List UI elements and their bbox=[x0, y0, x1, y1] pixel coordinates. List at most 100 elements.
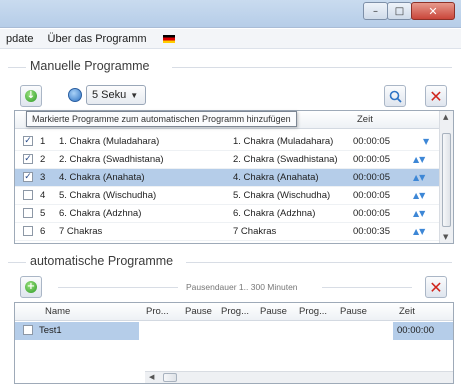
row-checkbox[interactable] bbox=[23, 208, 33, 218]
pause-duration-label: Pausendauer 1.. 300 Minuten bbox=[186, 282, 298, 292]
row-time: 00:00:05 bbox=[353, 136, 390, 147]
delete-x-icon: ✕ bbox=[429, 277, 443, 297]
delete-manual-button[interactable]: ✕ bbox=[425, 85, 447, 107]
row-checkbox[interactable]: ✓ bbox=[23, 136, 33, 146]
title-bar: – □ ✕ bbox=[0, 0, 461, 28]
row-time: 00:00:05 bbox=[353, 154, 390, 165]
tooltip: Markierte Programme zum automatischen Pr… bbox=[26, 111, 297, 127]
up-down-arrows-icon[interactable]: ▲▼ bbox=[413, 173, 425, 182]
vertical-scrollbar[interactable]: ▲ ▼ bbox=[439, 111, 453, 243]
scrollbar-thumb[interactable] bbox=[442, 133, 451, 227]
row-name: 5. Chakra (Wischudha) bbox=[59, 190, 157, 201]
row-time: 00:00:05 bbox=[353, 190, 390, 201]
clock-icon bbox=[68, 88, 82, 102]
plus-icon: + bbox=[25, 281, 37, 293]
german-flag-icon[interactable] bbox=[162, 34, 175, 43]
close-icon: ✕ bbox=[428, 4, 438, 18]
maximize-icon: □ bbox=[394, 5, 405, 17]
table-row[interactable]: Test1 00:00:00 bbox=[15, 322, 453, 340]
up-down-arrows-icon[interactable]: ▲▼ bbox=[413, 209, 425, 218]
row-time: 00:00:35 bbox=[353, 226, 390, 237]
row-checkbox[interactable] bbox=[23, 325, 33, 335]
row-name: 2. Chakra (Swadhistana) bbox=[59, 154, 164, 165]
interval-dropdown[interactable]: 5 Seku ▼ bbox=[86, 85, 146, 105]
scroll-left-icon[interactable]: ◀ bbox=[149, 373, 154, 381]
up-down-arrows-icon[interactable]: ▲▼ bbox=[413, 191, 425, 200]
auto-programs-table: Name Pro... Pause Prog... Pause Prog... … bbox=[14, 302, 454, 384]
row-number: 4 bbox=[40, 190, 46, 201]
row-chakra: 5. Chakra (Wischudha) bbox=[233, 190, 331, 201]
row-name: 6. Chakra (Adzhna) bbox=[59, 208, 142, 219]
maximize-button[interactable]: □ bbox=[387, 2, 412, 20]
column-header-pause: Pause bbox=[260, 306, 287, 317]
column-header-program: Prog... bbox=[299, 306, 327, 317]
table-row[interactable]: 5 6. Chakra (Adzhna) 6. Chakra (Adzhna) … bbox=[15, 205, 439, 223]
column-header-program: Prog... bbox=[221, 306, 249, 317]
minimize-button[interactable]: – bbox=[363, 2, 388, 20]
close-window-button[interactable]: ✕ bbox=[411, 2, 455, 20]
section-divider bbox=[8, 67, 26, 68]
interval-value: 5 Seku bbox=[92, 89, 127, 101]
pause-line-left bbox=[58, 287, 178, 288]
delete-x-icon: ✕ bbox=[429, 86, 443, 106]
row-time: 00:00:05 bbox=[353, 208, 390, 219]
add-to-auto-button[interactable]: ↓ bbox=[20, 85, 42, 107]
row-name: 4. Chakra (Anahata) bbox=[59, 172, 145, 183]
section-divider bbox=[186, 262, 452, 263]
manual-programs-table: Zeit ✓ 1 1. Chakra (Muladahara) 1. Chakr… bbox=[14, 110, 454, 244]
up-down-arrows-icon[interactable]: ▲▼ bbox=[413, 155, 425, 164]
up-down-arrows-icon[interactable]: ▲▼ bbox=[413, 227, 425, 236]
delete-auto-button[interactable]: ✕ bbox=[425, 276, 447, 298]
add-auto-button[interactable]: + bbox=[20, 276, 42, 298]
menu-update[interactable]: pdate bbox=[0, 33, 44, 45]
row-number: 1 bbox=[40, 136, 46, 147]
horizontal-scrollbar[interactable]: ◀ bbox=[145, 371, 453, 383]
row-chakra: 1. Chakra (Muladahara) bbox=[233, 136, 334, 147]
section-divider bbox=[8, 262, 26, 263]
column-header-program: Pro... bbox=[146, 306, 169, 317]
green-arrow-down-icon: ↓ bbox=[25, 90, 37, 102]
row-checkbox[interactable] bbox=[23, 226, 33, 236]
pause-line-right bbox=[322, 287, 412, 288]
table-header: Name Pro... Pause Prog... Pause Prog... … bbox=[15, 303, 453, 321]
row-chakra: 2. Chakra (Swadhistana) bbox=[233, 154, 338, 165]
row-number: 5 bbox=[40, 208, 46, 219]
minimize-icon: – bbox=[373, 5, 378, 17]
search-button[interactable] bbox=[384, 85, 406, 107]
row-number: 3 bbox=[40, 172, 46, 183]
row-time: 00:00:05 bbox=[353, 172, 390, 183]
column-header-zeit: Zeit bbox=[399, 306, 415, 317]
row-checkbox[interactable]: ✓ bbox=[23, 172, 33, 182]
column-header-name: Name bbox=[45, 306, 71, 317]
search-icon bbox=[389, 90, 402, 103]
menu-about[interactable]: Über das Programm bbox=[44, 33, 157, 45]
row-chakra: 4. Chakra (Anahata) bbox=[233, 172, 319, 183]
row-checkbox[interactable]: ✓ bbox=[23, 154, 33, 164]
row-number: 2 bbox=[40, 154, 46, 165]
table-row[interactable]: 6 7 Chakras 7 Chakras 00:00:35 ▲▼ bbox=[15, 223, 439, 241]
row-name: 1. Chakra (Muladahara) bbox=[59, 136, 160, 147]
column-header-pause: Pause bbox=[185, 306, 212, 317]
chevron-down-icon: ▼ bbox=[130, 90, 139, 100]
down-arrow-icon[interactable]: ▼ bbox=[423, 137, 429, 146]
auto-section-title: automatische Programme bbox=[26, 254, 178, 268]
row-chakra: 7 Chakras bbox=[233, 226, 277, 237]
section-divider bbox=[172, 67, 452, 68]
row-checkbox[interactable] bbox=[23, 190, 33, 200]
row-number: 6 bbox=[40, 226, 46, 237]
column-header-pause: Pause bbox=[340, 306, 367, 317]
table-row[interactable]: 4 5. Chakra (Wischudha) 5. Chakra (Wisch… bbox=[15, 187, 439, 205]
scroll-up-icon[interactable]: ▲ bbox=[443, 113, 448, 121]
row-chakra: 6. Chakra (Adzhna) bbox=[233, 208, 316, 219]
row-name: Test1 bbox=[39, 325, 62, 336]
table-row[interactable]: ✓ 3 4. Chakra (Anahata) 4. Chakra (Anaha… bbox=[15, 169, 439, 187]
menu-bar: pdate Über das Programm bbox=[0, 29, 461, 49]
table-row[interactable]: ✓ 2 2. Chakra (Swadhistana) 2. Chakra (S… bbox=[15, 151, 439, 169]
table-row[interactable]: ✓ 1 1. Chakra (Muladahara) 1. Chakra (Mu… bbox=[15, 133, 439, 151]
row-time: 00:00:00 bbox=[397, 325, 434, 336]
scroll-down-icon[interactable]: ▼ bbox=[443, 233, 448, 241]
row-name: 7 Chakras bbox=[59, 226, 103, 237]
scrollbar-thumb[interactable] bbox=[163, 373, 177, 382]
manual-section-title: Manuelle Programme bbox=[26, 59, 154, 73]
window-controls: – □ ✕ bbox=[363, 2, 455, 20]
